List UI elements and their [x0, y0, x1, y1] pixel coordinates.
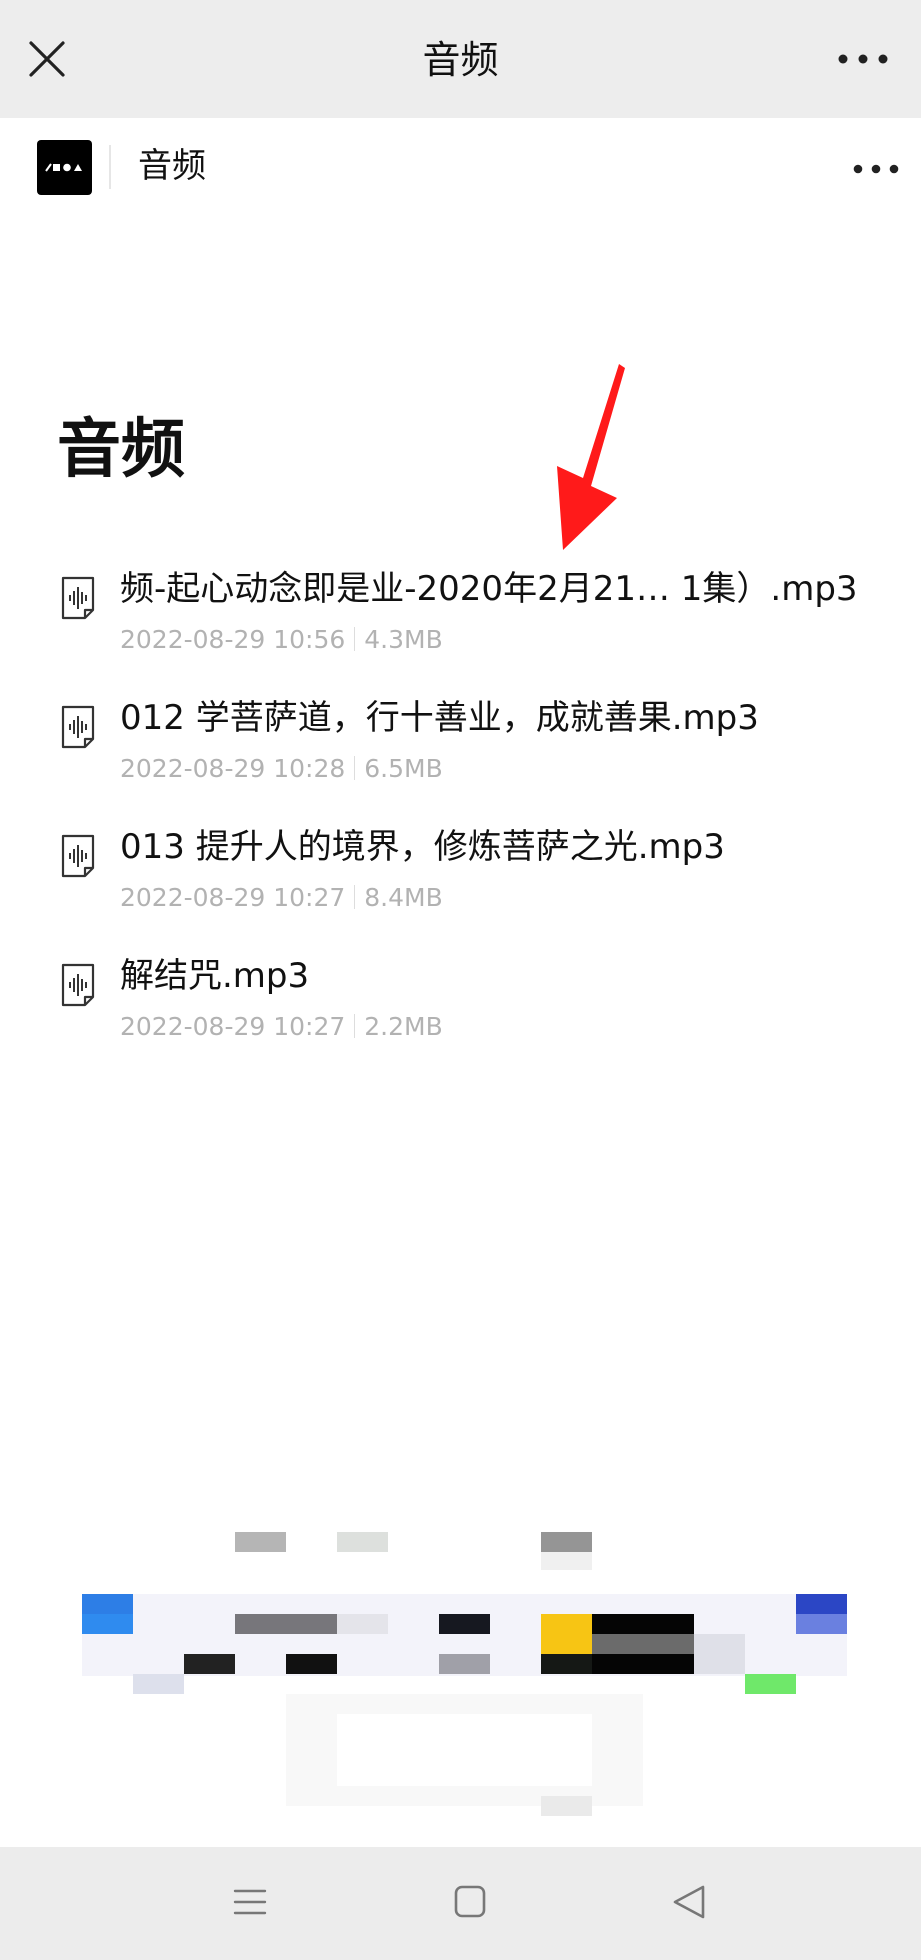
meta-separator — [354, 756, 356, 780]
file-item[interactable]: 012 学菩萨道，行十善业，成就善果.mp3 2022-08-29 10:28 6… — [0, 685, 921, 814]
menu-icon[interactable] — [225, 1877, 275, 1927]
meta-separator — [354, 1014, 356, 1038]
file-meta: 2022-08-29 10:27 8.4MB — [120, 882, 443, 914]
audio-file-icon — [61, 705, 95, 749]
pixel-block — [337, 1614, 388, 1634]
file-size: 4.3MB — [364, 625, 443, 654]
title-bar: 音频 — [0, 0, 921, 118]
pixel-block — [796, 1594, 847, 1614]
pixel-block — [796, 1614, 847, 1634]
file-list: 频-起心动念即是业-2020年2月21… 1集）.mp3 2022-08-29 … — [0, 556, 921, 1072]
file-size: 6.5MB — [364, 754, 443, 783]
pixel-block — [439, 1654, 490, 1674]
file-size: 2.2MB — [364, 1012, 443, 1041]
pixel-block — [745, 1674, 796, 1694]
file-date: 2022-08-29 10:27 — [120, 1012, 346, 1041]
file-item[interactable]: 解结咒.mp3 2022-08-29 10:27 2.2MB — [0, 943, 921, 1072]
pixel-block — [82, 1594, 133, 1614]
file-date: 2022-08-29 10:27 — [120, 883, 346, 912]
pixel-block — [541, 1552, 592, 1570]
app-root: 音频 音频 音频 频-起心动念即是业-2020年2月21… 1集）.mp3 20… — [0, 0, 921, 1960]
file-item[interactable]: 013 提升人的境界，修炼菩萨之光.mp3 2022-08-29 10:27 8.… — [0, 814, 921, 943]
pixel-block — [541, 1796, 592, 1816]
file-size: 8.4MB — [364, 883, 443, 912]
pixel-block — [592, 1614, 694, 1634]
file-date: 2022-08-29 10:56 — [120, 625, 346, 654]
page-heading: 音频 — [57, 413, 185, 487]
window-title: 音频 — [422, 38, 499, 82]
pixel-block — [541, 1614, 592, 1654]
file-date: 2022-08-29 10:28 — [120, 754, 346, 783]
pixel-block — [439, 1614, 490, 1634]
meta-separator — [354, 627, 356, 651]
file-meta: 2022-08-29 10:28 6.5MB — [120, 753, 443, 785]
header-divider — [109, 145, 111, 189]
file-item[interactable]: 频-起心动念即是业-2020年2月21… 1集）.mp3 2022-08-29 … — [0, 556, 921, 685]
file-name: 013 提升人的境界，修炼菩萨之光.mp3 — [120, 827, 725, 867]
pixel-block — [184, 1654, 235, 1674]
pixel-block — [337, 1714, 592, 1786]
red-arrow-icon — [557, 364, 625, 550]
home-square-icon[interactable] — [445, 1877, 495, 1927]
pixel-block — [133, 1674, 184, 1694]
audio-file-icon — [61, 963, 95, 1007]
back-triangle-icon[interactable] — [665, 1877, 715, 1927]
more-horizontal-icon[interactable] — [835, 44, 891, 74]
audio-file-icon — [61, 834, 95, 878]
file-meta: 2022-08-29 10:56 4.3MB — [120, 624, 443, 656]
account-logo-icon[interactable] — [37, 140, 92, 195]
pixel-block — [541, 1532, 592, 1552]
more-horizontal-icon[interactable] — [851, 154, 901, 184]
pixel-block — [694, 1634, 745, 1674]
file-name: 频-起心动念即是业-2020年2月21… 1集）.mp3 — [120, 569, 858, 609]
file-name: 解结咒.mp3 — [120, 956, 310, 996]
system-nav-bar — [0, 1847, 921, 1960]
pixel-block — [235, 1532, 286, 1552]
pixel-block — [592, 1654, 694, 1674]
pixel-block — [286, 1654, 337, 1674]
audio-file-icon — [61, 576, 95, 620]
file-meta: 2022-08-29 10:27 2.2MB — [120, 1011, 443, 1043]
pixel-block — [82, 1614, 133, 1634]
pixelated-qr-region — [0, 1520, 921, 1840]
pixel-block — [541, 1654, 592, 1674]
pixel-block — [337, 1532, 388, 1552]
pixel-block — [235, 1614, 337, 1634]
account-name[interactable]: 音频 — [138, 144, 206, 188]
account-header: 音频 — [0, 118, 921, 218]
meta-separator — [354, 885, 356, 909]
file-name: 012 学菩萨道，行十善业，成就善果.mp3 — [120, 698, 759, 738]
pixel-block — [592, 1634, 694, 1654]
